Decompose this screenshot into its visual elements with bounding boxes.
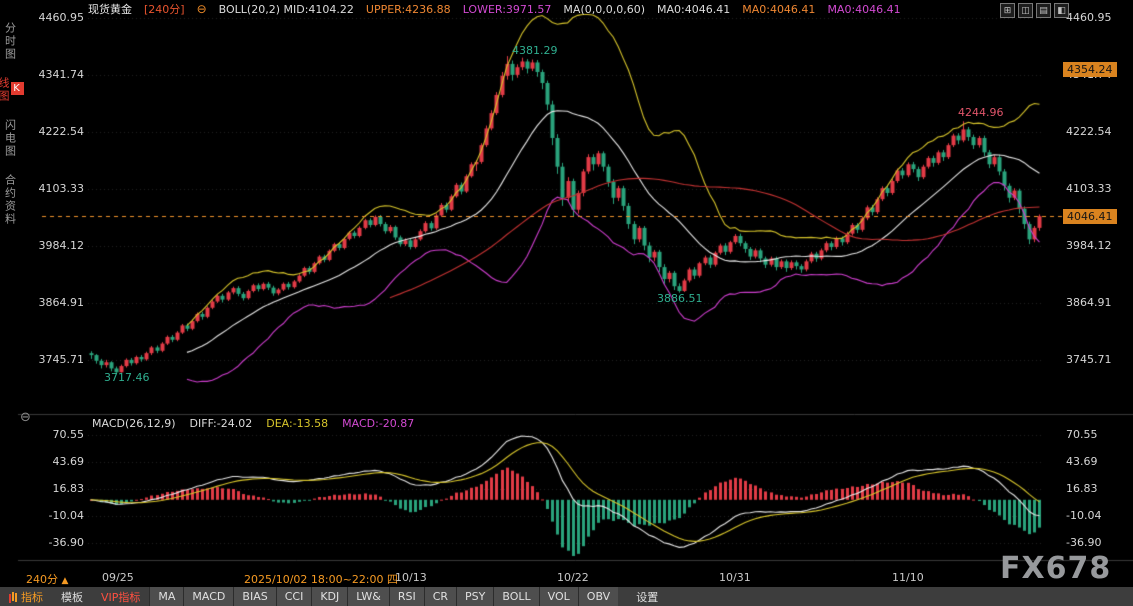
trading-terminal: 现货黄金 [240分] ⊖ BOLL(20,2) MID:4104.22 UPP… — [0, 0, 1133, 606]
x-axis-label: 10/31 — [719, 571, 751, 584]
price-tick-label: 4103.33 — [26, 182, 84, 195]
crosshair-time-info: 2025/10/02 18:00~22:00 四 — [244, 571, 398, 587]
indicator-icon — [12, 592, 14, 601]
price-tick-label: 4222.54 — [1066, 125, 1112, 138]
toolbar-vip-tab[interactable]: VIP指标 — [92, 587, 149, 606]
macd-tick-label: -36.90 — [26, 536, 84, 549]
sidebar-tab-lightning-chart[interactable]: 闪电图 — [2, 119, 18, 158]
symbol-name: 现货黄金 — [88, 1, 132, 17]
toolbar-button-boll[interactable]: BOLL — [493, 587, 538, 606]
layout-rows-icon[interactable]: ▤ — [1036, 3, 1051, 18]
macd-tick-label: 16.83 — [26, 482, 84, 495]
price-tick-label: 4103.33 — [1066, 182, 1112, 195]
toolbar-button-bias[interactable]: BIAS — [233, 587, 275, 606]
macd-diff-value: DIFF:-24.02 — [190, 417, 253, 430]
toolbar-settings-button[interactable]: 设置 — [628, 587, 666, 606]
price-tick-label: 3984.12 — [1066, 239, 1112, 252]
toolbar-button-vol[interactable]: VOL — [539, 587, 578, 606]
x-axis-label: 11/10 — [892, 571, 924, 584]
kline-badge: K — [11, 82, 24, 95]
annotation-period-high: 4381.29 — [512, 44, 558, 57]
annotation-swing-low: 3886.51 — [657, 292, 703, 305]
window-layout-controls: ⊞ ◫ ▤ ◧ — [1000, 3, 1069, 18]
macd-title: MACD(26,12,9) — [92, 417, 176, 430]
toolbar-button-rsi[interactable]: RSI — [389, 587, 424, 606]
candlestick-chart-canvas[interactable] — [0, 0, 1133, 606]
price-tick-label: 3864.91 — [1066, 296, 1112, 309]
indicator-legend-bar: 现货黄金 [240分] ⊖ BOLL(20,2) MID:4104.22 UPP… — [0, 0, 990, 18]
sidebar-tab-kline-label: 线图 — [0, 77, 11, 103]
period-selector[interactable]: 240分 ▲ — [26, 571, 68, 587]
toolbar-button-lwr[interactable]: LW& — [347, 587, 389, 606]
layout-split-icon[interactable]: ◫ — [1018, 3, 1033, 18]
annotation-period-low: 3717.46 — [104, 371, 150, 384]
ma-params-legend: MA(0,0,0,0,60) — [563, 3, 645, 16]
boll-mid-legend: BOLL(20,2) MID:4104.22 — [219, 3, 354, 16]
layout-half-icon[interactable]: ◧ — [1054, 3, 1069, 18]
toolbar-indicator-label: 指标 — [21, 589, 43, 605]
layout-grid-icon[interactable]: ⊞ — [1000, 3, 1015, 18]
toolbar-template-tab[interactable]: 模板 — [52, 587, 92, 606]
price-tick-label: 4460.95 — [1066, 11, 1112, 24]
bottom-toolbar: 指标 模板 VIP指标 MA MACD BIAS CCI KDJ LW& RSI… — [0, 587, 1133, 606]
price-tick-label: 3984.12 — [26, 239, 84, 252]
collapse-panel-icon[interactable]: ⊖ — [20, 410, 31, 425]
toolbar-button-macd[interactable]: MACD — [183, 587, 233, 606]
x-axis-label: 09/25 — [102, 571, 134, 584]
macd-tick-label: 43.69 — [26, 455, 84, 468]
x-axis-label: 10/22 — [557, 571, 589, 584]
price-tick-label: 3745.71 — [1066, 353, 1112, 366]
toolbar-button-psy[interactable]: PSY — [456, 587, 493, 606]
ma0-legend-1: MA0:4046.41 — [657, 3, 730, 16]
ma0-legend-3: MA0:4046.41 — [827, 3, 900, 16]
macd-tick-label: 43.69 — [1066, 455, 1098, 468]
toolbar-button-cr[interactable]: CR — [424, 587, 456, 606]
macd-tick-label: 16.83 — [1066, 482, 1098, 495]
price-tick-label: 4341.74 — [26, 68, 84, 81]
period-label: 240分 — [26, 573, 58, 586]
price-tag-upper: 4354.24 — [1063, 62, 1117, 77]
ma0-legend-2: MA0:4046.41 — [742, 3, 815, 16]
price-tick-label: 3745.71 — [26, 353, 84, 366]
macd-macd-value: MACD:-20.87 — [342, 417, 414, 430]
chevron-up-icon: ▲ — [62, 576, 69, 586]
macd-tick-label: -10.04 — [1066, 509, 1101, 522]
sidebar-tab-contract-info[interactable]: 合约资料 — [2, 174, 18, 226]
x-axis-label: 10/13 — [395, 571, 427, 584]
macd-tick-label: 70.55 — [26, 428, 84, 441]
price-tick-label: 4222.54 — [26, 125, 84, 138]
sidebar-tab-kline[interactable]: K 线图 — [0, 77, 24, 103]
fx678-watermark: FX678 — [1000, 551, 1111, 586]
toolbar-button-kdj[interactable]: KDJ — [311, 587, 347, 606]
macd-dea-value: DEA:-13.58 — [266, 417, 328, 430]
macd-legend: MACD(26,12,9) DIFF:-24.02 DEA:-13.58 MAC… — [92, 417, 414, 430]
collapse-legend-icon[interactable]: ⊖ — [197, 3, 207, 15]
boll-upper-legend: UPPER:4236.88 — [366, 3, 451, 16]
toolbar-button-cci[interactable]: CCI — [276, 587, 312, 606]
toolbar-indicator-tab[interactable]: 指标 — [0, 587, 52, 606]
timeframe-label: [240分] — [144, 1, 185, 17]
price-tick-label: 3864.91 — [26, 296, 84, 309]
macd-tick-label: -36.90 — [1066, 536, 1101, 549]
sidebar-tab-time-chart[interactable]: 分时图 — [2, 22, 18, 61]
macd-tick-label: -10.04 — [26, 509, 84, 522]
price-tag-last: 4046.41 — [1063, 209, 1117, 224]
boll-lower-legend: LOWER:3971.57 — [463, 3, 552, 16]
chart-type-sidebar: 分时图 K 线图 闪电图 合约资料 — [1, 22, 18, 226]
macd-tick-label: 70.55 — [1066, 428, 1098, 441]
annotation-swing-high: 4244.96 — [958, 106, 1004, 119]
toolbar-button-ma[interactable]: MA — [149, 587, 183, 606]
toolbar-button-obv[interactable]: OBV — [578, 587, 618, 606]
